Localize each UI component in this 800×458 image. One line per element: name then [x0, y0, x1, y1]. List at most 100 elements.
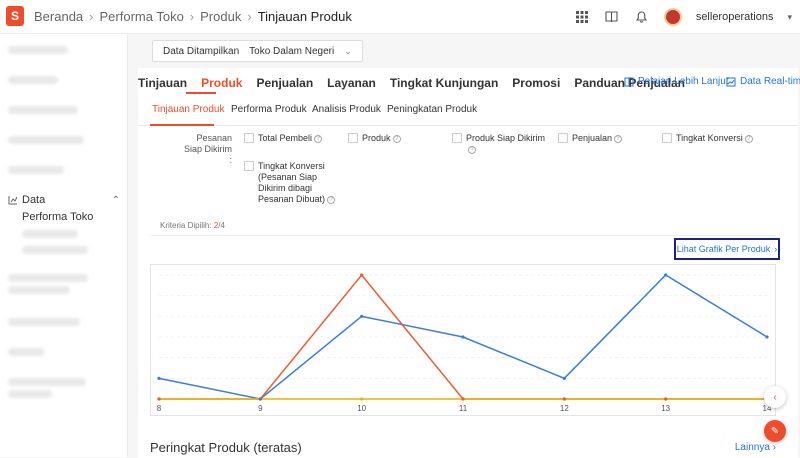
- line-chart: 8 9 10 11 12 13 14: [157, 273, 772, 413]
- active-tab-indicator: [186, 92, 216, 94]
- chart-icon: [8, 196, 18, 205]
- learn-more-label: Pelajari Lebih Lanjut: [638, 76, 729, 87]
- sidebar-item-blurred[interactable]: [8, 286, 70, 294]
- subtab-product-improvement[interactable]: Peningkatan Produk: [387, 104, 477, 115]
- sidebar: Data ⌃ Performa Toko: [0, 34, 128, 457]
- checkbox-product[interactable]: [348, 133, 358, 143]
- sidebar-item-blurred[interactable]: [22, 230, 78, 238]
- data-displayed-select[interactable]: Data Ditampilkan Toko Dalam Negeri ⌄: [152, 40, 363, 62]
- data-point-1[interactable]: [664, 397, 668, 401]
- breadcrumb-store-performance[interactable]: Performa Toko: [100, 9, 184, 24]
- sidebar-item-blurred[interactable]: [22, 246, 88, 254]
- data-point-0[interactable]: [258, 397, 262, 401]
- breadcrumb-product[interactable]: Produk: [200, 9, 241, 24]
- content-panel: Tinjauan Produk Penjualan Layanan Tingka…: [138, 68, 800, 457]
- book-icon[interactable]: [604, 9, 620, 25]
- x-tick-label: 9: [258, 404, 263, 413]
- data-point-1[interactable]: [157, 397, 161, 401]
- help-icon[interactable]: ?: [392, 135, 401, 143]
- sidebar-item-blurred[interactable]: [8, 318, 80, 326]
- data-point-0[interactable]: [664, 273, 668, 277]
- data-point-1[interactable]: [360, 273, 364, 277]
- help-icon[interactable]: ?: [327, 196, 336, 204]
- realtime-data-link[interactable]: Data Real-time: [726, 76, 800, 87]
- metric-group-label: Pesanan Siap Dikirim :: [183, 133, 232, 165]
- sidebar-item-blurred[interactable]: [8, 348, 44, 356]
- sidebar-item-blurred[interactable]: [8, 106, 78, 114]
- breadcrumb: Beranda › Performa Toko › Produk › Tinjauan Pr…: [34, 9, 352, 24]
- data-point-1[interactable]: [461, 397, 465, 401]
- tab-product[interactable]: Produk: [201, 76, 242, 90]
- x-tick-label: 13: [661, 404, 670, 413]
- help-icon[interactable]: ?: [744, 135, 753, 143]
- view-chart-per-product-button[interactable]: Lihat Grafik Per Produk ›: [674, 238, 780, 260]
- sidebar-item-blurred[interactable]: [8, 136, 84, 144]
- checkbox-sales[interactable]: [558, 133, 568, 143]
- main-content: Data Ditampilkan Toko Dalam Negeri ⌄ Tin…: [138, 34, 800, 458]
- chevron-right-icon: ›: [774, 244, 778, 254]
- criteria-selected: Kriteria Dipilih: 2/4: [160, 221, 225, 230]
- book-icon: [624, 77, 634, 86]
- chat-icon[interactable]: ✎: [764, 420, 786, 442]
- data-point-1[interactable]: [562, 397, 566, 401]
- sidebar-item-blurred[interactable]: [8, 76, 58, 84]
- option-total-buyers[interactable]: Total Pembeli?: [258, 133, 323, 144]
- data-point-0[interactable]: [157, 376, 161, 380]
- chevron-down-icon[interactable]: ▾: [787, 12, 792, 23]
- tab-promotion[interactable]: Promosi: [512, 76, 560, 90]
- chevron-down-icon: ⌄: [344, 45, 352, 56]
- checkbox-total-buyers[interactable]: [244, 133, 254, 143]
- option-product-ready[interactable]: Produk Siap Dikirim?: [466, 133, 546, 155]
- learn-more-link[interactable]: Pelajari Lebih Lanjut: [624, 76, 729, 87]
- filter-label: Data Ditampilkan: [163, 45, 240, 57]
- data-point-0[interactable]: [360, 314, 364, 318]
- data-point-2[interactable]: [360, 397, 364, 401]
- help-icon[interactable]: ?: [468, 146, 476, 154]
- more-link[interactable]: Lainnya ›: [735, 442, 776, 453]
- subtab-product-overview[interactable]: Tinjauan Produk: [152, 104, 224, 115]
- apps-grid-icon[interactable]: [574, 9, 590, 25]
- ranking-title: Peringkat Produk (teratas): [150, 440, 302, 455]
- bell-icon[interactable]: [634, 9, 650, 25]
- help-icon[interactable]: ?: [614, 135, 623, 143]
- username[interactable]: selleroperations: [696, 11, 774, 23]
- checkbox-conversion[interactable]: [662, 133, 672, 143]
- realtime-chart-icon: [726, 77, 736, 86]
- breadcrumb-home[interactable]: Beranda: [34, 9, 83, 24]
- option-sales[interactable]: Penjualan?: [572, 133, 623, 144]
- sidebar-item-blurred[interactable]: [8, 274, 88, 282]
- data-point-0[interactable]: [765, 335, 769, 339]
- checkbox-product-ready[interactable]: [452, 133, 462, 143]
- avatar[interactable]: [663, 8, 682, 26]
- x-tick-label: 10: [357, 404, 366, 413]
- filter-value: Toko Dalam Negeri: [249, 45, 335, 57]
- sidebar-item-data[interactable]: Data ⌃: [8, 194, 120, 206]
- option-conversion-ready[interactable]: Tingkat Konversi (Pesanan Siap Dikirim d…: [258, 161, 342, 205]
- subtab-product-performance[interactable]: Performa Produk: [231, 104, 307, 115]
- sidebar-item-blurred[interactable]: [8, 166, 64, 174]
- top-actions: selleroperations ▾: [574, 6, 792, 28]
- data-point-0[interactable]: [562, 376, 566, 380]
- sidebar-item-store-performance[interactable]: Performa Toko: [22, 211, 93, 223]
- x-tick-label: 8: [157, 404, 162, 413]
- chevron-up-icon[interactable]: ⌃: [112, 195, 120, 206]
- data-point-0[interactable]: [461, 335, 465, 339]
- view-chart-label: Lihat Grafik Per Produk: [676, 244, 771, 254]
- sidebar-item-blurred[interactable]: [8, 46, 68, 54]
- help-float-button[interactable]: ‹: [764, 386, 786, 408]
- tab-service[interactable]: Layanan: [327, 76, 376, 90]
- shopee-logo-icon[interactable]: S: [6, 6, 24, 26]
- chevron-right-icon: ›: [247, 9, 252, 24]
- tab-sales[interactable]: Penjualan: [256, 76, 313, 90]
- x-tick-label: 12: [560, 404, 569, 413]
- chevron-right-icon: ›: [189, 9, 195, 24]
- subtab-product-analysis[interactable]: Analisis Produk: [312, 104, 381, 115]
- checkbox-conversion-ready[interactable]: [244, 161, 254, 171]
- sidebar-item-blurred[interactable]: [8, 390, 52, 398]
- help-icon[interactable]: ?: [314, 135, 323, 143]
- option-product[interactable]: Produk?: [362, 133, 401, 144]
- sidebar-item-blurred[interactable]: [8, 378, 86, 386]
- option-conversion[interactable]: Tingkat Konversi?: [676, 133, 753, 144]
- tab-traffic[interactable]: Tingkat Kunjungan: [390, 76, 498, 90]
- tab-overview[interactable]: Tinjauan: [138, 76, 187, 90]
